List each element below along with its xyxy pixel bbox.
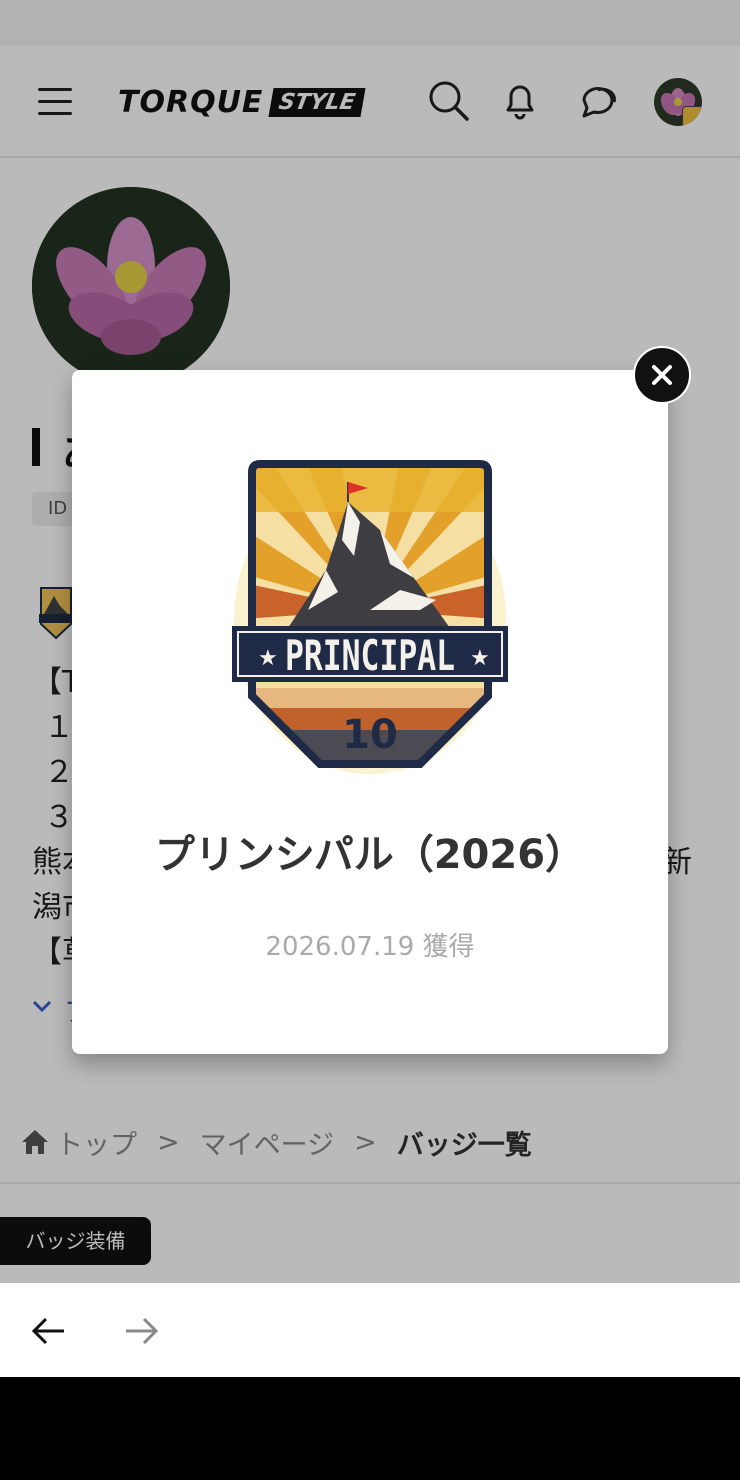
forward-arrow-icon[interactable] bbox=[122, 1311, 162, 1351]
badge-number: 10 bbox=[342, 712, 398, 758]
badge-modal: ★ ★ PRINCIPAL 10 プリンシパル（2026） 2026.07.19… bbox=[72, 370, 668, 1054]
close-icon bbox=[652, 365, 672, 385]
principal-badge-image: ★ ★ PRINCIPAL 10 bbox=[232, 460, 508, 774]
close-button[interactable] bbox=[633, 346, 691, 404]
acquired-date: 2026.07.19 獲得 bbox=[265, 932, 475, 962]
badge-title: プリンシパル（2026） bbox=[154, 832, 586, 878]
back-arrow-icon[interactable] bbox=[28, 1311, 68, 1351]
svg-text:★: ★ bbox=[258, 646, 278, 671]
browser-nav-bar bbox=[0, 1283, 740, 1377]
badge-label: PRINCIPAL bbox=[285, 631, 455, 680]
system-bottom-area bbox=[0, 1377, 740, 1480]
svg-text:★: ★ bbox=[470, 646, 490, 671]
